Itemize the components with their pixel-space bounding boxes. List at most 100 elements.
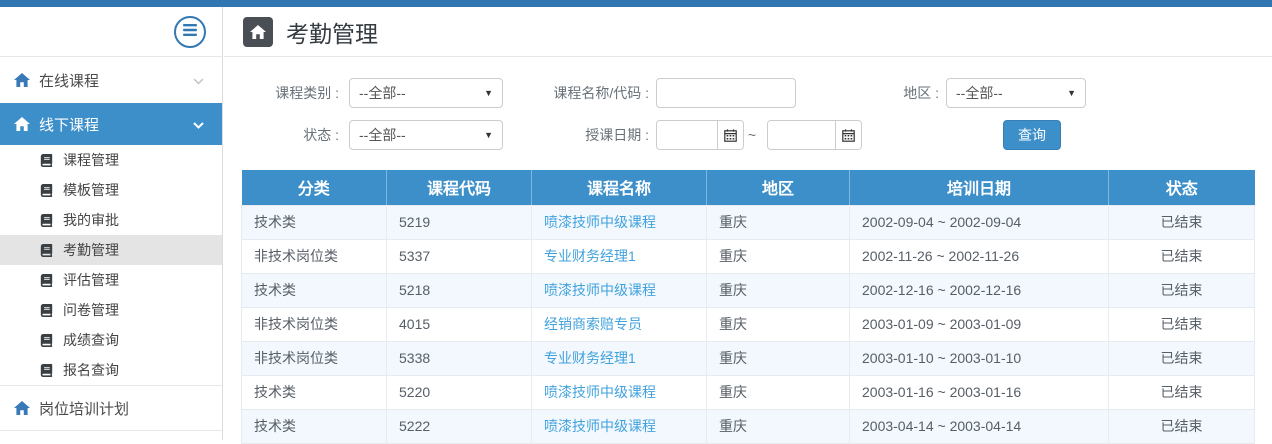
- status-cell: 已结束: [1109, 205, 1255, 239]
- training-date-cell: 2002-12-16 ~ 2002-12-16: [850, 273, 1109, 307]
- date-from-input[interactable]: [657, 121, 717, 149]
- sidebar-subitem[interactable]: 成绩查询: [0, 325, 222, 355]
- course-code-cell: 5218: [387, 273, 532, 307]
- category-cell: 技术类: [242, 273, 387, 307]
- status-select[interactable]: --全部-- ▼: [349, 120, 503, 150]
- search-button[interactable]: 查询: [1003, 120, 1061, 150]
- sidebar-subitem[interactable]: 我的审批: [0, 205, 222, 235]
- course-name-link[interactable]: 喷漆技师中级课程: [544, 282, 656, 298]
- course-type-select[interactable]: --全部-- ▼: [349, 78, 503, 108]
- sidebar-subitem[interactable]: 模板管理: [0, 175, 222, 205]
- sidebar-subitem-label: 报名查询: [63, 360, 119, 380]
- course-name-cell: 经销商索赔专员: [532, 307, 707, 341]
- course-code-cell: 4015: [387, 307, 532, 341]
- column-header: 课程代码: [387, 170, 532, 205]
- course-name-link[interactable]: 专业财务经理1: [544, 350, 636, 366]
- sidebar-item-label: 岗位培训计划: [39, 398, 222, 419]
- page-header: 考勤管理: [224, 7, 1272, 57]
- course-name-link[interactable]: 喷漆技师中级课程: [544, 214, 656, 230]
- home-icon: [14, 117, 30, 131]
- book-icon: [40, 274, 53, 287]
- course-name-link[interactable]: 喷漆技师中级课程: [544, 384, 656, 400]
- column-header: 分类: [242, 170, 387, 205]
- status-cell: 已结束: [1109, 307, 1255, 341]
- book-icon: [40, 154, 53, 167]
- home-icon: [14, 73, 30, 87]
- sidebar-subitem-label: 课程管理: [63, 150, 119, 170]
- region-cell: 重庆: [707, 409, 850, 443]
- sidebar-subitem[interactable]: 考勤管理: [0, 235, 222, 265]
- teach-date-label: 授课日期 :: [503, 120, 649, 150]
- sidebar-toggle-button[interactable]: [174, 16, 206, 48]
- chevron-down-icon: [193, 72, 204, 89]
- sidebar-subitem-label: 问卷管理: [63, 300, 119, 320]
- course-code-cell: 5219: [387, 205, 532, 239]
- training-date-cell: 2003-01-16 ~ 2003-01-16: [850, 375, 1109, 409]
- sidebar: 在线课程 线下课程 课程管理模板管理我的审批考勤管理评估管理问卷管理成绩查询报名…: [0, 7, 223, 440]
- course-name-cell: 专业财务经理1: [532, 239, 707, 273]
- hamburger-icon: [183, 23, 197, 41]
- sidebar-subitem[interactable]: 问卷管理: [0, 295, 222, 325]
- course-code-cell: 5338: [387, 341, 532, 375]
- main-content: 考勤管理 课程类别 : --全部-- ▼ 课程名称/代码 : 地区 : --全部…: [224, 7, 1272, 440]
- region-select[interactable]: --全部-- ▼: [946, 78, 1086, 108]
- calendar-icon[interactable]: [717, 121, 743, 149]
- table-row: 技术类5222喷漆技师中级课程重庆2003-04-14 ~ 2003-04-14…: [242, 409, 1255, 443]
- column-header: 课程名称: [532, 170, 707, 205]
- date-to-input[interactable]: [768, 121, 835, 149]
- course-name-cell: 专业财务经理1: [532, 341, 707, 375]
- table-row: 技术类5218喷漆技师中级课程重庆2002-12-16 ~ 2002-12-16…: [242, 273, 1255, 307]
- category-cell: 非技术岗位类: [242, 341, 387, 375]
- course-code-cell: 5222: [387, 409, 532, 443]
- course-name-label: 课程名称/代码 :: [503, 78, 649, 108]
- status-cell: 已结束: [1109, 375, 1255, 409]
- select-arrow-icon: ▼: [484, 88, 493, 98]
- date-to-field: [767, 120, 862, 150]
- sidebar-subitem-label: 我的审批: [63, 210, 119, 230]
- book-icon: [40, 184, 53, 197]
- training-date-cell: 2002-09-04 ~ 2002-09-04: [850, 205, 1109, 239]
- sidebar-subitem-label: 评估管理: [63, 270, 119, 290]
- top-accent-strip: [0, 0, 1272, 7]
- course-code-cell: 5220: [387, 375, 532, 409]
- book-icon: [40, 214, 53, 227]
- table-row: 非技术岗位类5338专业财务经理1重庆2003-01-10 ~ 2003-01-…: [242, 341, 1255, 375]
- table-header-row: 分类课程代码课程名称地区培训日期状态: [242, 170, 1255, 205]
- region-cell: 重庆: [707, 341, 850, 375]
- home-icon: [14, 401, 30, 415]
- date-from-field: [656, 120, 744, 150]
- course-name-link[interactable]: 喷漆技师中级课程: [544, 418, 656, 434]
- column-header: 地区: [707, 170, 850, 205]
- course-type-label: 课程类别 :: [224, 78, 339, 108]
- sidebar-subitem[interactable]: 评估管理: [0, 265, 222, 295]
- sidebar-header: [0, 7, 222, 57]
- region-cell: 重庆: [707, 375, 850, 409]
- course-name-cell: 喷漆技师中级课程: [532, 205, 707, 239]
- sidebar-submenu: 课程管理模板管理我的审批考勤管理评估管理问卷管理成绩查询报名查询: [0, 145, 222, 385]
- region-cell: 重庆: [707, 307, 850, 341]
- category-cell: 技术类: [242, 409, 387, 443]
- course-name-link[interactable]: 专业财务经理1: [544, 248, 636, 264]
- region-cell: 重庆: [707, 239, 850, 273]
- course-name-cell: 喷漆技师中级课程: [532, 409, 707, 443]
- category-cell: 非技术岗位类: [242, 239, 387, 273]
- course-name-link[interactable]: 经销商索赔专员: [544, 316, 642, 332]
- sidebar-item-offline-courses[interactable]: 线下课程: [0, 103, 222, 145]
- sidebar-subitem-label: 成绩查询: [63, 330, 119, 350]
- calendar-icon[interactable]: [835, 121, 861, 149]
- sidebar-subitem[interactable]: 课程管理: [0, 145, 222, 175]
- table-row: 技术类5219喷漆技师中级课程重庆2002-09-04 ~ 2002-09-04…: [242, 205, 1255, 239]
- sidebar-subitem[interactable]: 报名查询: [0, 355, 222, 385]
- book-icon: [40, 334, 53, 347]
- sidebar-item-job-training-plan[interactable]: 岗位培训计划: [0, 385, 222, 431]
- course-name-input[interactable]: [656, 78, 796, 108]
- region-cell: 重庆: [707, 205, 850, 239]
- column-header: 培训日期: [850, 170, 1109, 205]
- sidebar-item-online-courses[interactable]: 在线课程: [0, 57, 222, 103]
- table-row: 非技术岗位类4015经销商索赔专员重庆2003-01-09 ~ 2003-01-…: [242, 307, 1255, 341]
- region-label: 地区 :: [796, 78, 939, 108]
- training-date-cell: 2003-01-09 ~ 2003-01-09: [850, 307, 1109, 341]
- training-date-cell: 2002-11-26 ~ 2002-11-26: [850, 239, 1109, 273]
- chevron-down-icon: [193, 116, 204, 133]
- select-arrow-icon: ▼: [1067, 88, 1076, 98]
